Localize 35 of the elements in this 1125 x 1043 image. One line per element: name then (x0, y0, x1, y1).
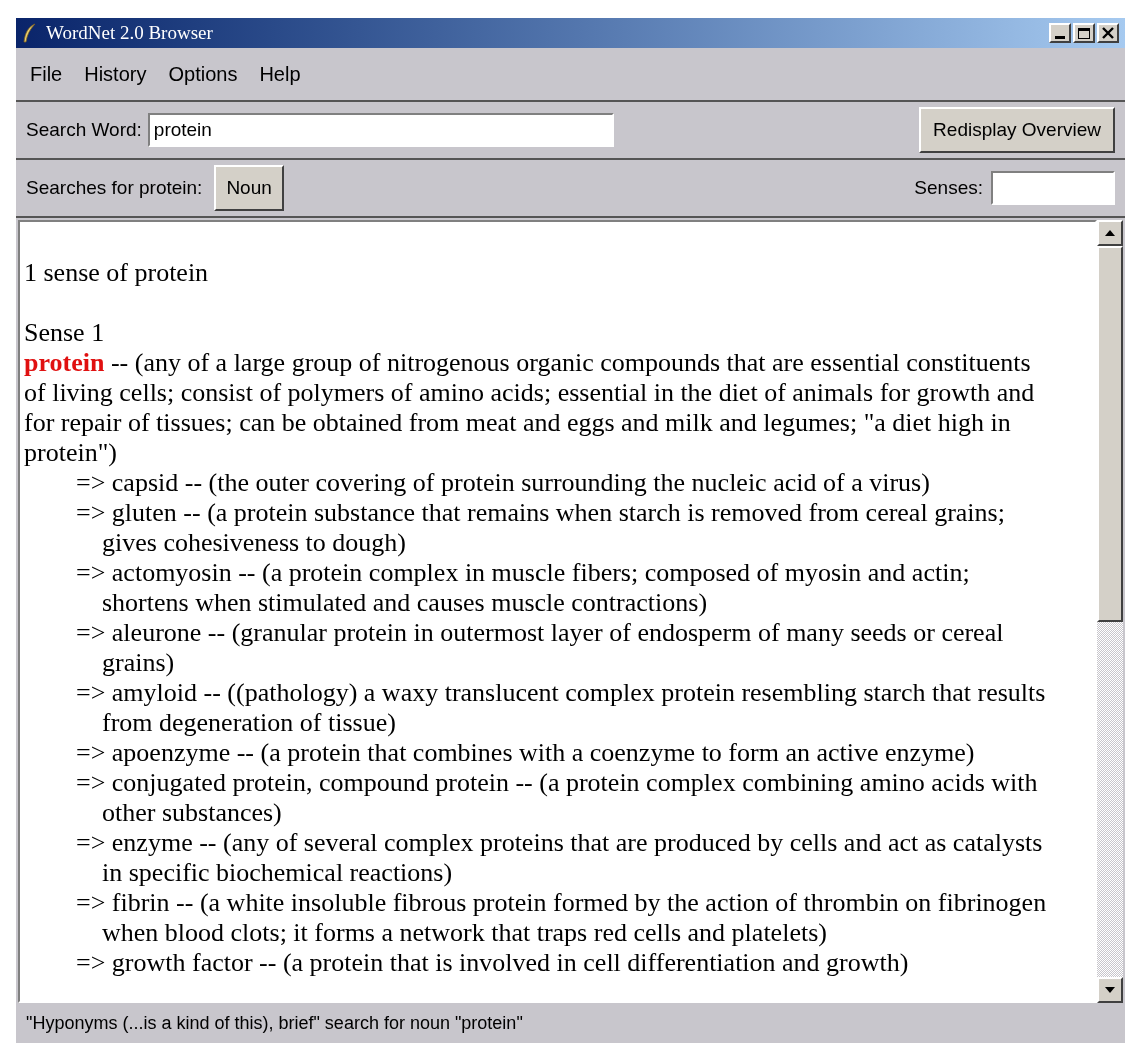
hyponym-entry: => gluten -- (a protein substance that remains when starch is removed from cereal grains; gives cohesiveness to dough) (75, 498, 1005, 558)
scroll-thumb[interactable] (1097, 246, 1123, 622)
maximize-button[interactable] (1073, 23, 1095, 43)
hyponym-entry: => growth factor -- (a protein that is involved in cell differentiation and growth) (75, 948, 909, 978)
hyponym-entry: => enzyme -- (any of several complex proteins that are produced by cells and act as catalysts in specific biochemical reactions) (75, 828, 1043, 888)
hyponym-entry: => apoenzyme -- (a protein that combines with a coenzyme to form an active enzyme) (75, 738, 975, 768)
senses-label: Senses: (914, 175, 983, 200)
scroll-up-icon[interactable] (1105, 230, 1115, 236)
searches-label: Searches for protein: (26, 175, 203, 200)
hyponym-entry: => actomyosin -- (a protein complex in muscle fibers; composed of myosin and actin; shortens when stimulated and causes muscle contractions) (75, 558, 970, 618)
hyponym-entry: => conjugated protein, compound protein -- (a protein complex combining amino acids with other substances) (75, 768, 1038, 828)
minimize-button[interactable] (1049, 23, 1071, 43)
sense-heading: Sense 1 (24, 318, 105, 348)
redisplay-overview-button[interactable]: Redisplay Overview (919, 107, 1115, 153)
close-icon (1102, 27, 1114, 39)
search-field[interactable]: protein (147, 113, 614, 147)
menu-item[interactable]: Options (168, 59, 238, 89)
hyponym-entry: => fibrin -- (a white insoluble fibrous protein formed by the action of thrombin on fibrinogen when blood clots; it forms a network that traps red cells and platelets) (75, 888, 1047, 948)
senses-field[interactable] (991, 171, 1115, 205)
scroll-down-icon[interactable] (1105, 987, 1115, 993)
scrollbar[interactable] (1097, 220, 1123, 1003)
window-title: WordNet 2.0 Browser (46, 20, 213, 45)
menu-item[interactable]: Help (259, 59, 301, 89)
results-summary: 1 sense of protein (24, 258, 209, 288)
menu-item[interactable]: History (84, 59, 147, 89)
definition: protein -- (any of a large group of nitrogenous organic compounds that are essential constituents of living cells; consist of polymers of amino acids; essential in the diet of animals for growth and for repair of tissues; can be obtained from meat and eggs and milk and legumes; "a diet high in protein") (24, 348, 1035, 468)
close-button[interactable] (1097, 23, 1119, 43)
noun-button[interactable]: Noun (214, 165, 284, 211)
feather-icon (22, 23, 38, 43)
menu-item[interactable]: File (30, 59, 63, 89)
search-label: Search Word: (26, 117, 142, 142)
hyponym-entry: => aleurone -- (granular protein in outermost layer of endosperm of many seeds or cereal grains) (75, 618, 1004, 678)
hyponym-entry: => amyloid -- ((pathology) a waxy translucent complex protein resembling starch that results from degeneration of tissue) (75, 678, 1046, 738)
status-text: "Hyponyms (...is a kind of this), brief" search for noun "protein" (26, 1011, 523, 1035)
hyponym-entry: => capsid -- (the outer covering of protein surrounding the nucleic acid of a virus) (75, 468, 930, 498)
